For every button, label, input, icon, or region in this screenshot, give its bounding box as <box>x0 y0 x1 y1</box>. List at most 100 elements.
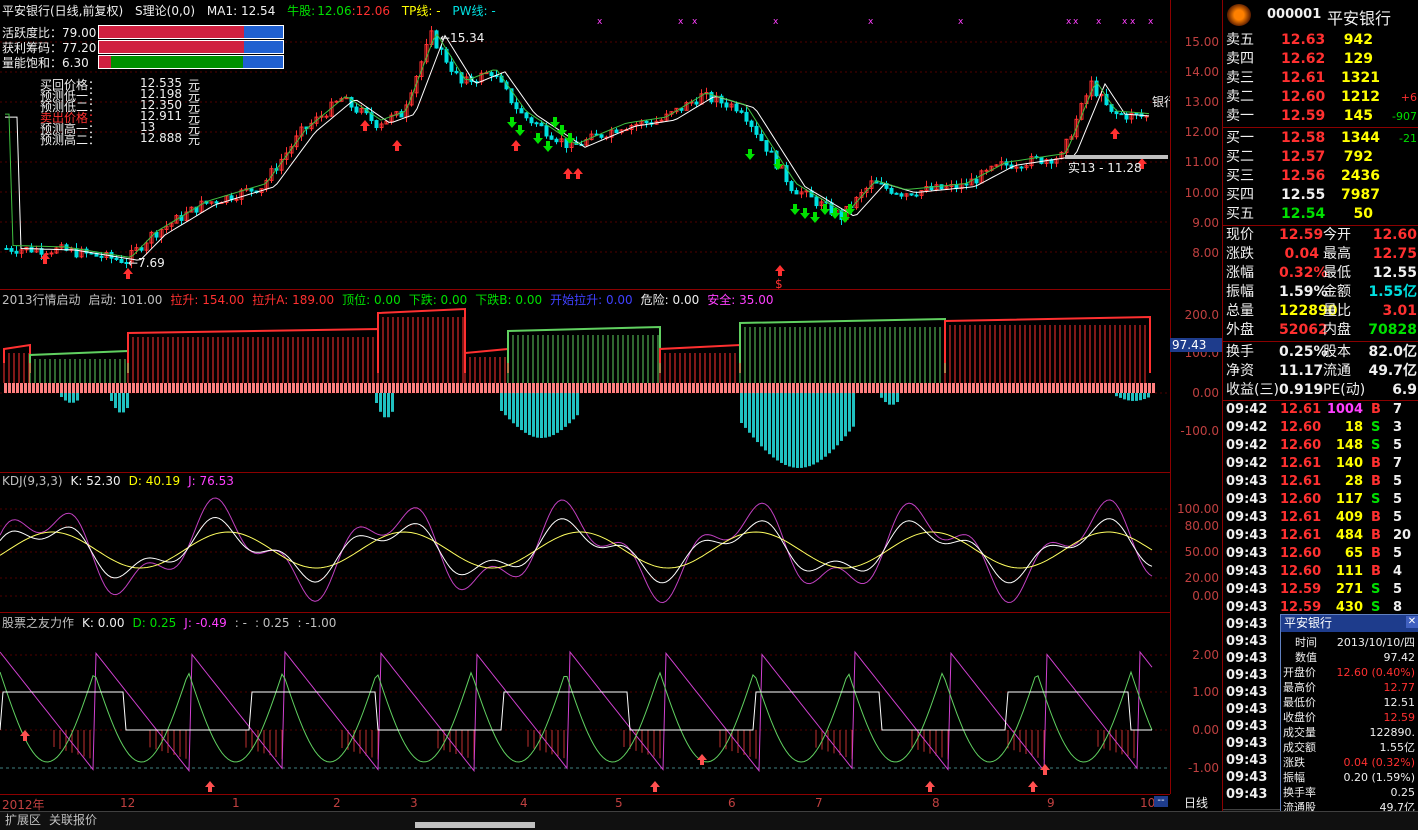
ind2-bar <box>412 383 415 393</box>
kdj-chart[interactable] <box>0 472 1170 612</box>
header-item: K: 0.00 <box>82 616 125 630</box>
ind2-step <box>739 317 946 373</box>
candle-body <box>99 255 104 258</box>
stat-value: 70828 <box>1368 322 1417 338</box>
ind2-header: 2013行情启动 启动: 101.00 拉升: 154.00 拉升A: 189.00 顶… <box>2 291 781 308</box>
scroll-handle[interactable]: -- <box>1154 796 1168 807</box>
ind2-bar <box>240 383 243 393</box>
time-label: 5 <box>615 796 623 810</box>
indicator-2013-pane[interactable]: 2013行情启动 启动: 101.00 拉升: 154.00 拉升A: 189.00 顶… <box>0 289 1170 473</box>
ind2-bar <box>836 383 839 393</box>
tab-related-quotes[interactable]: 关联报价 <box>46 813 100 828</box>
stat-value: 52062 <box>1279 322 1328 338</box>
ind2-negbar <box>740 393 743 423</box>
tick-time: 09:43 <box>1226 617 1268 632</box>
period-label[interactable]: 日线 <box>1184 794 1208 811</box>
popup-label: 最低价 <box>1283 696 1316 709</box>
ob-label: 卖二 <box>1226 89 1254 105</box>
ind2-bar <box>540 383 543 393</box>
ind2-bar <box>648 383 651 393</box>
stat-value: 82.0亿 <box>1368 344 1417 360</box>
ob-price: 12.58 <box>1281 130 1326 146</box>
ind2-bar <box>468 383 471 393</box>
kdj-j-line <box>0 497 1153 604</box>
candle-body <box>984 169 989 172</box>
axis-label: 0.00 <box>1192 589 1219 603</box>
stat-value: 0.04 <box>1284 246 1319 262</box>
candle-body <box>114 257 119 260</box>
popup-label: 涨跌 <box>1283 756 1305 769</box>
indicator-friend-pane[interactable]: 股票之友力作 K: 0.00 D: 0.25 J: -0.49: -: 0.25: -… <box>0 612 1170 795</box>
popup-row: 最低价 12.51 <box>1281 695 1417 710</box>
ind2-negbar <box>391 393 394 412</box>
ind2-chart[interactable] <box>0 289 1170 472</box>
stat-label: 最高 <box>1323 246 1351 262</box>
quote-header: 000001 平安银行 <box>1223 0 1418 30</box>
divider <box>1223 127 1418 128</box>
kline-pane[interactable]: ←15.34←7.69实13 - 11.28银行$xxxxxxxxxxxx 平安… <box>0 0 1170 290</box>
tick-vol: 140 <box>1335 456 1363 471</box>
ob-price: 12.60 <box>1281 89 1326 105</box>
tick-row: 09:43 12.61 484 B 20 <box>1223 527 1418 545</box>
candle-body <box>234 198 239 201</box>
tick-price: 12.61 <box>1280 402 1322 417</box>
ob-label: 买四 <box>1226 187 1254 203</box>
ind2-bar <box>644 383 647 393</box>
ind2-negbar <box>764 393 767 451</box>
ind2-bar <box>1048 383 1051 393</box>
header-item: K: 52.30 <box>70 474 121 488</box>
ind2-negbar <box>544 393 547 438</box>
ind4-chart[interactable] <box>0 612 1170 794</box>
ind2-bar <box>292 383 295 393</box>
ind2-bar <box>432 383 435 393</box>
ind2-bar <box>588 383 591 393</box>
ind2-bar <box>536 383 539 393</box>
ind2-bar <box>556 383 559 393</box>
ind2-bar <box>840 383 843 393</box>
ind2-bar <box>500 383 503 393</box>
ind2-negbar <box>752 393 755 438</box>
tick-vol: 117 <box>1335 492 1363 507</box>
kdj-pane[interactable]: KDJ(9,3,3) K: 52.30 D: 40.19 J: 76.53 <box>0 472 1170 613</box>
candle-body <box>514 102 519 110</box>
ind2-negbar <box>560 393 563 431</box>
stat-label: 内盘 <box>1323 322 1351 338</box>
popup-close-icon[interactable]: ✕ <box>1406 616 1418 628</box>
stat-label: 流通 <box>1323 363 1351 379</box>
buy-arrow-icon <box>392 140 402 151</box>
bottom-toolbar[interactable] <box>415 822 535 828</box>
ind2-bar <box>520 383 523 393</box>
tick-row: 09:43 12.61 28 B 5 <box>1223 473 1418 491</box>
header-item: 股票之友力作 <box>2 616 75 630</box>
tick-time: 09:43 <box>1226 582 1268 597</box>
ind2-bar <box>1148 383 1151 393</box>
ob-label: 买五 <box>1226 206 1254 222</box>
ind2-negbar <box>820 393 823 460</box>
ind2-bar <box>512 383 515 393</box>
buy-arrow-icon <box>205 781 215 792</box>
ind2-bar <box>1044 383 1047 393</box>
sell-arrow-icon <box>533 133 543 144</box>
ind2-bar <box>728 383 731 393</box>
ind2-bar <box>852 383 855 393</box>
buy-arrow-icon <box>573 168 583 179</box>
candle-body <box>764 140 769 152</box>
kdj-k-line <box>0 516 1153 584</box>
tick-vol: 28 <box>1344 474 1363 489</box>
tab-expand-area[interactable]: 扩展区 <box>2 813 44 828</box>
tick-time: 09:43 <box>1226 474 1268 489</box>
ind4-header: 股票之友力作 K: 0.00 D: 0.25 J: -0.49: -: 0.25: -… <box>2 614 344 631</box>
tick-count: 5 <box>1393 510 1403 525</box>
header-item: 下跌B: 0.00 <box>475 293 543 307</box>
ind2-bar <box>872 383 875 393</box>
candle-body <box>354 106 359 113</box>
popup-value: 1.55亿 <box>1379 741 1416 754</box>
tick-row: 09:42 12.61 1004 B 7 <box>1223 401 1418 419</box>
ind2-bar <box>312 383 315 393</box>
ind2-bar <box>476 383 479 393</box>
ind2-bar <box>284 383 287 393</box>
candle-body <box>914 194 919 197</box>
niu-label: 牛股: <box>287 4 316 18</box>
stat-label: 现价 <box>1226 227 1254 243</box>
tick-count: 20 <box>1393 528 1412 543</box>
